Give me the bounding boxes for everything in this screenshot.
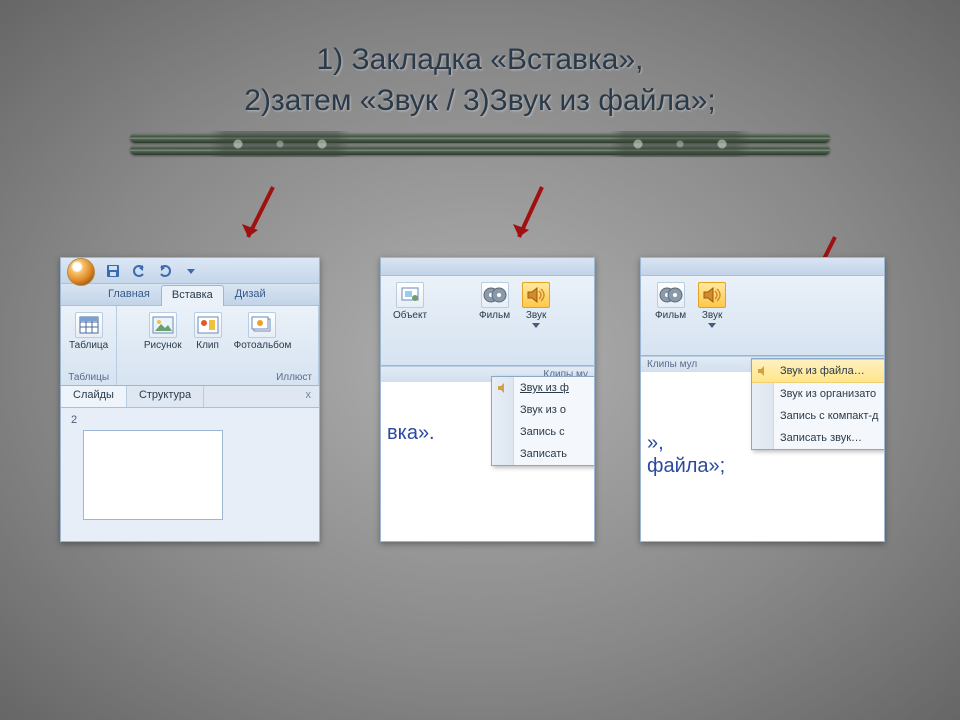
group-media-2: Фильм Звук xyxy=(435,276,594,365)
clip-label: Клип xyxy=(196,340,219,351)
speaker-icon xyxy=(495,380,511,396)
menu-sound-from-organizer-2[interactable]: Звук из о xyxy=(492,399,595,421)
photoalbum-label: Фотоальбом xyxy=(234,340,292,351)
undo-icon[interactable] xyxy=(131,263,147,279)
movie-button-3[interactable]: Фильм xyxy=(653,280,688,323)
quick-access-toolbar xyxy=(61,258,319,284)
office-orb-icon[interactable] xyxy=(67,258,95,286)
nav-close-icon[interactable]: x xyxy=(298,386,320,407)
tab-insert[interactable]: Вставка xyxy=(161,285,224,306)
tab-design[interactable]: Дизай xyxy=(224,284,277,305)
menu-record-from-cd-2[interactable]: Запись с xyxy=(492,421,595,443)
group-tables-caption: Таблицы xyxy=(67,370,110,383)
slide-number: 2 xyxy=(71,414,309,426)
ribbon-tabs: Главная Вставка Дизай xyxy=(61,284,319,306)
ribbon-media-2: Объект Фильм Звук xyxy=(381,276,594,366)
slide-title: 1) Закладка «Вставка», 2)затем «Звук / 3… xyxy=(0,0,960,121)
redo-icon[interactable] xyxy=(157,263,173,279)
title-line-2: 2)затем «Звук / 3)Звук из файла»; xyxy=(244,84,715,117)
sound-button-2[interactable]: Звук xyxy=(520,280,552,330)
table-icon xyxy=(75,312,103,338)
object-label: Объект xyxy=(393,310,427,321)
sound-label-2: Звук xyxy=(526,310,547,321)
tab-home[interactable]: Главная xyxy=(97,284,161,305)
movie-icon xyxy=(481,282,509,308)
ribbon-insert: Таблица Таблицы Рисунок xyxy=(61,306,319,386)
dropdown-icon xyxy=(532,323,540,328)
qat-dropdown-icon[interactable] xyxy=(183,263,199,279)
group-tables: Таблица Таблицы xyxy=(61,306,117,385)
ribbon-media-3: Фильм Звук xyxy=(641,276,884,356)
screenshot-1: Главная Вставка Дизай Таблица Таблицы xyxy=(60,257,320,542)
screenshot-3: Фильм Звук Клипы мул », файла»; xyxy=(640,257,885,542)
clip-button[interactable]: Клип xyxy=(192,310,224,353)
menu-record-sound-3[interactable]: Записать звук… xyxy=(752,427,885,449)
nav-slides[interactable]: Слайды xyxy=(61,386,127,407)
slide-thumbnail-pane: 2 xyxy=(61,408,319,526)
slides-outline-nav: Слайды Структура x xyxy=(61,386,319,408)
menu-sound-from-organizer-3[interactable]: Звук из организато xyxy=(752,383,885,405)
arrow-2 xyxy=(497,182,557,252)
sound-menu-2: Звук из ф Звук из о Запись с Записать xyxy=(491,376,595,466)
title-line-1: 1) Закладка «Вставка», xyxy=(317,43,644,76)
menu-record-sound-2[interactable]: Записать xyxy=(492,443,595,465)
nav-outline[interactable]: Структура xyxy=(127,386,204,407)
picture-icon xyxy=(149,312,177,338)
menu-sound-from-file-3[interactable]: Звук из файла… xyxy=(752,359,885,383)
movie-label-2: Фильм xyxy=(479,310,510,321)
object-icon xyxy=(396,282,424,308)
photoalbum-icon xyxy=(248,312,276,338)
menu-sound-from-file-2[interactable]: Звук из ф xyxy=(492,377,595,399)
picture-label: Рисунок xyxy=(144,340,182,351)
picture-button[interactable]: Рисунок xyxy=(142,310,184,353)
sound-icon xyxy=(698,282,726,308)
body-line2-3: файла»; xyxy=(647,455,878,478)
movie-button-2[interactable]: Фильм xyxy=(477,280,512,323)
sound-menu-3: Звук из файла… Звук из организато Запись… xyxy=(751,358,885,450)
speaker-icon xyxy=(755,363,771,379)
sound-label-3: Звук xyxy=(702,310,723,321)
sound-icon xyxy=(522,282,550,308)
arrow-1 xyxy=(228,182,288,252)
photoalbum-button[interactable]: Фотоальбом xyxy=(232,310,294,353)
table-label: Таблица xyxy=(69,340,108,351)
movie-label-3: Фильм xyxy=(655,310,686,321)
dropdown-icon xyxy=(708,323,716,328)
table-button[interactable]: Таблица xyxy=(67,310,110,353)
save-icon[interactable] xyxy=(105,263,121,279)
screenshot-2: Объект Фильм Звук xyxy=(380,257,595,542)
clip-icon xyxy=(194,312,222,338)
movie-icon xyxy=(657,282,685,308)
screenshots-stage: Главная Вставка Дизай Таблица Таблицы xyxy=(0,197,960,617)
group-media-3: Фильм Звук xyxy=(647,276,734,355)
body-text-2: вка». xyxy=(387,422,435,444)
group-text-partial: Объект xyxy=(385,276,435,365)
menu-record-from-cd-3[interactable]: Запись с компакт-д xyxy=(752,405,885,427)
sound-button-3[interactable]: Звук xyxy=(696,280,728,330)
group-illustrations: Рисунок Клип Фотоальбом xyxy=(117,306,319,385)
slide-thumbnail[interactable] xyxy=(83,430,223,520)
decorative-divider xyxy=(130,133,830,157)
object-button[interactable]: Объект xyxy=(391,280,429,323)
group-illus-caption: Иллюст xyxy=(123,370,312,383)
